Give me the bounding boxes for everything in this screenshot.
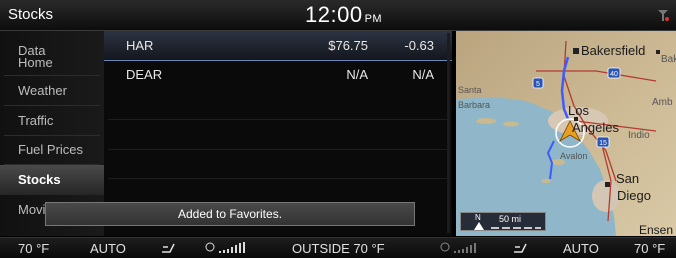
map-label: Bakersfield (581, 43, 645, 58)
left-auto-mode[interactable]: AUTO (90, 241, 126, 256)
right-temperature[interactable]: 70 °F (634, 241, 665, 256)
sidebar-divider (4, 135, 100, 136)
island (503, 121, 519, 127)
city-marker (656, 50, 660, 54)
sidebar-item-fuel-prices[interactable]: Fuel Prices (0, 142, 104, 157)
map-label: Ensen (639, 223, 673, 236)
sidebar-item-weather[interactable]: Weather (0, 83, 104, 98)
map-label: San (616, 171, 639, 186)
outside-temperature: OUTSIDE 70 °F (292, 241, 385, 256)
signal-icon (658, 10, 669, 21)
status-bar: Stocks 12:00 PM (0, 0, 676, 31)
sidebar-item-traffic[interactable]: Traffic (0, 113, 104, 128)
map-graphic: 5 40 15 Bakersfield Bak Santa Barbara Lo… (456, 31, 676, 236)
scrollbar[interactable] (447, 33, 450, 233)
destination-flag-icon (573, 48, 579, 54)
map-label: Amb (652, 97, 673, 108)
map-scale: N 50 mi (460, 212, 546, 231)
map-label: Los (568, 103, 589, 118)
right-auto-mode[interactable]: AUTO (563, 241, 599, 256)
toast-notification: Added to Favorites. (45, 202, 415, 226)
clock: 12:00 PM (305, 2, 382, 28)
sidebar-divider (4, 105, 100, 106)
fan-speed-icon[interactable] (440, 241, 486, 255)
map-label: Barbara (458, 100, 490, 110)
stock-change: N/A (412, 67, 434, 82)
city-marker (605, 182, 610, 187)
highway-shield-label: 40 (610, 71, 618, 78)
map-label: Avalon (560, 151, 587, 161)
clock-time: 12:00 (305, 2, 363, 27)
map-label: Indio (628, 130, 650, 141)
row-divider (108, 149, 448, 150)
stock-symbol: DEAR (126, 67, 163, 82)
stock-row[interactable]: DEAR N/A N/A (104, 60, 452, 89)
island (541, 179, 551, 183)
sidebar-item-data-home[interactable]: Data Home (0, 44, 104, 69)
row-divider (108, 178, 448, 179)
map-view[interactable]: 5 40 15 Bakersfield Bak Santa Barbara Lo… (456, 31, 676, 236)
highway-shield-label: 15 (599, 140, 607, 147)
scale-distance: 50 mi (499, 214, 522, 224)
map-label: Santa (458, 85, 482, 95)
map-label: Angeles (572, 120, 619, 135)
row-divider (108, 119, 448, 120)
stock-price: $76.75 (328, 38, 368, 53)
highway-shield-label: 5 (536, 81, 540, 88)
stock-change: -0.63 (404, 38, 434, 53)
stock-price: N/A (346, 67, 368, 82)
scale-bar (491, 227, 541, 229)
north-arrow-icon (474, 222, 484, 230)
map-label: Diego (617, 188, 651, 203)
app-title: Stocks (8, 6, 54, 23)
left-temperature[interactable]: 70 °F (18, 241, 49, 256)
sidebar-item-stocks[interactable]: Stocks (0, 165, 104, 195)
map-label: Bak (661, 54, 676, 65)
sidebar-divider (4, 75, 100, 76)
island (476, 118, 496, 124)
airflow-icon[interactable] (512, 241, 530, 254)
north-indicator: N (475, 213, 481, 222)
airflow-icon[interactable] (160, 241, 178, 254)
climate-bar: 70 °F AUTO OUTSIDE 70 °F AUTO 70 °F (0, 237, 676, 258)
stock-row[interactable]: HAR $76.75 -0.63 (104, 31, 452, 61)
clock-ampm: PM (364, 13, 383, 25)
stock-symbol: HAR (126, 38, 154, 53)
fan-speed-icon[interactable] (205, 241, 251, 255)
